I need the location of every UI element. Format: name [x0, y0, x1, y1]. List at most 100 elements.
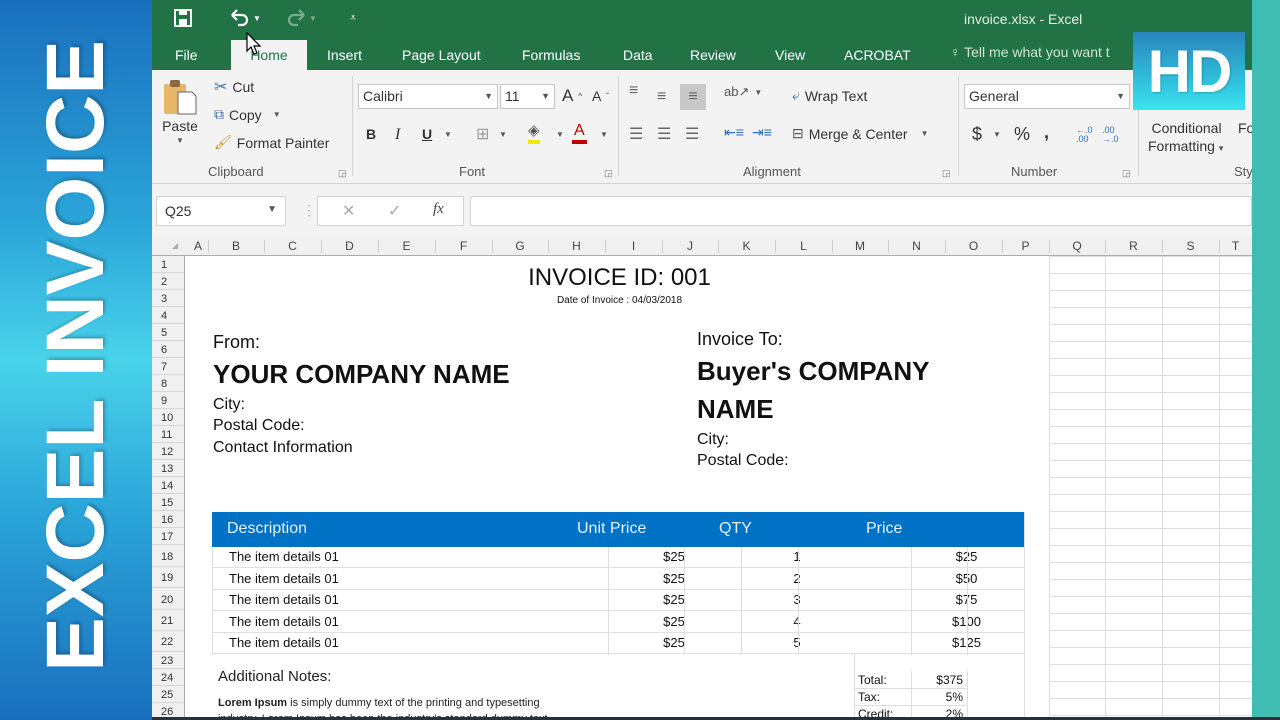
- font-name-dropdown[interactable]: Calibri ▼: [358, 84, 498, 109]
- copy-button[interactable]: ⧉ Copy ▼: [214, 106, 281, 123]
- cell-unit-price[interactable]: $25: [637, 592, 711, 607]
- tab-view[interactable]: View: [775, 44, 805, 70]
- font-color-icon[interactable]: A: [572, 122, 587, 144]
- column-header-g[interactable]: G: [492, 239, 548, 253]
- row-header-9[interactable]: 9: [152, 392, 184, 409]
- tab-review[interactable]: Review: [690, 44, 736, 70]
- wrap-text-button[interactable]: ⤶ Wrap Text: [792, 87, 867, 104]
- insert-function-icon[interactable]: fx: [433, 201, 444, 218]
- cell-description[interactable]: The item details 01: [229, 571, 339, 586]
- increase-indent-icon[interactable]: ⇥≡: [752, 124, 772, 141]
- row-header-8[interactable]: 8: [152, 375, 184, 392]
- cancel-icon[interactable]: ✕: [342, 201, 355, 221]
- table-row[interactable]: The item details 01$254$100: [212, 612, 1025, 633]
- row-header-21[interactable]: 21: [152, 610, 184, 631]
- cell-qty[interactable]: 3: [769, 592, 825, 607]
- decrease-font-icon[interactable]: Aˇ: [592, 88, 609, 104]
- tell-me-box[interactable]: ♀ Tell me what you want t: [950, 44, 1110, 60]
- format-painter-button[interactable]: 🖌 Format Painter: [214, 134, 329, 151]
- column-header-f[interactable]: F: [435, 239, 492, 253]
- enter-icon[interactable]: ✓: [388, 201, 401, 221]
- borders-dropdown-icon[interactable]: ▼: [499, 130, 507, 139]
- bold-button[interactable]: B: [366, 126, 376, 142]
- table-row[interactable]: The item details 01$253$75: [212, 590, 1025, 612]
- column-header-m[interactable]: M: [832, 239, 888, 253]
- column-header-q[interactable]: Q: [1049, 239, 1105, 253]
- table-row[interactable]: The item details 01$255$125: [212, 633, 1025, 655]
- row-header-20[interactable]: 20: [152, 588, 184, 610]
- row-header-1[interactable]: 1: [152, 256, 184, 273]
- tab-data[interactable]: Data: [623, 44, 653, 70]
- undo-icon[interactable]: ▼: [230, 6, 261, 30]
- tab-file[interactable]: File: [175, 44, 198, 70]
- row-header-3[interactable]: 3: [152, 290, 184, 307]
- table-row[interactable]: The item details 01$251$25: [212, 547, 1025, 568]
- cell-unit-price[interactable]: $25: [637, 614, 711, 629]
- row-header-4[interactable]: 4: [152, 307, 184, 324]
- increase-font-icon[interactable]: A ^: [562, 86, 582, 106]
- column-header-e[interactable]: E: [378, 239, 435, 253]
- row-header-5[interactable]: 5: [152, 324, 184, 341]
- decrease-indent-icon[interactable]: ⇤≡: [724, 124, 744, 141]
- column-header-p[interactable]: P: [1002, 239, 1049, 253]
- borders-icon[interactable]: ⊞: [476, 124, 489, 144]
- fill-color-dropdown-icon[interactable]: ▼: [556, 130, 564, 139]
- align-left-icon[interactable]: ☰: [629, 124, 643, 144]
- orientation-icon[interactable]: ab↗ ▼: [724, 84, 762, 100]
- formula-input[interactable]: [470, 196, 1252, 226]
- tab-acrobat[interactable]: ACROBAT: [844, 44, 911, 70]
- font-launcher-icon[interactable]: ◲: [604, 168, 613, 179]
- alignment-launcher-icon[interactable]: ◲: [942, 168, 951, 179]
- merge-center-button[interactable]: ⊟ Merge & Center ▼: [792, 125, 928, 142]
- row-header-22[interactable]: 22: [152, 631, 184, 652]
- cell-qty[interactable]: 1: [769, 549, 825, 564]
- cell-unit-price[interactable]: $25: [637, 549, 711, 564]
- tab-formulas[interactable]: Formulas: [522, 44, 580, 70]
- number-launcher-icon[interactable]: ◲: [1122, 168, 1131, 179]
- row-header-12[interactable]: 12: [152, 443, 184, 460]
- number-format-dropdown[interactable]: General ▼: [964, 84, 1130, 109]
- row-header-17[interactable]: 17: [152, 528, 184, 545]
- align-right-icon[interactable]: ☰: [685, 124, 699, 144]
- column-header-k[interactable]: K: [718, 239, 775, 253]
- save-icon[interactable]: [174, 6, 192, 30]
- underline-dropdown-icon[interactable]: ▼: [444, 130, 452, 139]
- cell-unit-price[interactable]: $25: [637, 635, 711, 650]
- column-header-n[interactable]: N: [888, 239, 945, 253]
- row-header-14[interactable]: 14: [152, 477, 184, 494]
- conditional-formatting-button[interactable]: Conditional Formatting ▼: [1148, 120, 1225, 154]
- row-header-19[interactable]: 19: [152, 567, 184, 588]
- bottom-align-icon[interactable]: ≡: [680, 84, 706, 110]
- customize-qat-icon[interactable]: ⩡: [350, 6, 356, 30]
- fill-color-icon[interactable]: ◈: [528, 122, 540, 144]
- cut-button[interactable]: ✂ Cut: [214, 77, 254, 97]
- row-header-6[interactable]: 6: [152, 341, 184, 358]
- row-header-13[interactable]: 13: [152, 460, 184, 477]
- clipboard-launcher-icon[interactable]: ◲: [338, 168, 347, 179]
- cell-description[interactable]: The item details 01: [229, 614, 339, 629]
- column-header-i[interactable]: I: [605, 239, 662, 253]
- column-header-j[interactable]: J: [662, 239, 718, 253]
- column-header-b[interactable]: B: [208, 239, 264, 253]
- column-header-c[interactable]: C: [264, 239, 321, 253]
- row-header-11[interactable]: 11: [152, 426, 184, 443]
- middle-align-icon[interactable]: ≡: [657, 88, 666, 106]
- cell-description[interactable]: The item details 01: [229, 549, 339, 564]
- tab-page-layout[interactable]: Page Layout: [402, 44, 481, 70]
- column-header-r[interactable]: R: [1105, 239, 1162, 253]
- row-header-10[interactable]: 10: [152, 409, 184, 426]
- decrease-decimal-icon[interactable]: .00 →.0: [1102, 126, 1126, 144]
- row-header-25[interactable]: 25: [152, 686, 184, 703]
- row-header-16[interactable]: 16: [152, 511, 184, 528]
- increase-decimal-icon[interactable]: ←.0 .00: [1076, 126, 1100, 144]
- cell-unit-price[interactable]: $25: [637, 571, 711, 586]
- top-align-icon[interactable]: ≡: [629, 82, 638, 100]
- align-center-icon[interactable]: ☰: [657, 124, 671, 144]
- column-header-o[interactable]: O: [945, 239, 1002, 253]
- underline-button[interactable]: U: [422, 126, 432, 142]
- table-row[interactable]: The item details 01$252$50: [212, 569, 1025, 590]
- percent-button[interactable]: %: [1014, 124, 1030, 145]
- font-color-dropdown-icon[interactable]: ▼: [600, 130, 608, 139]
- comma-button[interactable]: ,: [1044, 122, 1049, 143]
- paste-button[interactable]: Paste ▼: [162, 78, 198, 145]
